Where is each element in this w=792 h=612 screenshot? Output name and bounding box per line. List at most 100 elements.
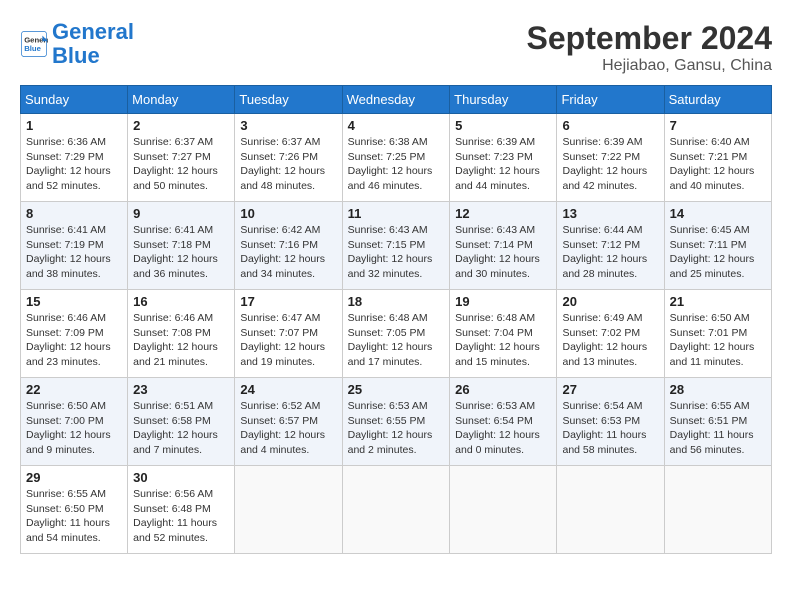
calendar-cell: 25 Sunrise: 6:53 AM Sunset: 6:55 PM Dayl…	[342, 378, 450, 466]
weekday-header: Wednesday	[342, 86, 450, 114]
calendar-cell: 20 Sunrise: 6:49 AM Sunset: 7:02 PM Dayl…	[557, 290, 664, 378]
day-number: 6	[562, 118, 658, 133]
day-number: 28	[670, 382, 766, 397]
day-number: 12	[455, 206, 551, 221]
day-info: Sunrise: 6:41 AM Sunset: 7:18 PM Dayligh…	[133, 223, 229, 282]
day-number: 23	[133, 382, 229, 397]
day-info: Sunrise: 6:37 AM Sunset: 7:27 PM Dayligh…	[133, 135, 229, 194]
location: Hejiabao, Gansu, China	[527, 57, 772, 75]
day-number: 24	[240, 382, 336, 397]
title-block: September 2024 Hejiabao, Gansu, China	[527, 20, 772, 75]
day-info: Sunrise: 6:50 AM Sunset: 7:01 PM Dayligh…	[670, 311, 766, 370]
day-info: Sunrise: 6:39 AM Sunset: 7:22 PM Dayligh…	[562, 135, 658, 194]
calendar-cell	[342, 466, 450, 554]
day-number: 27	[562, 382, 658, 397]
calendar-cell	[450, 466, 557, 554]
day-info: Sunrise: 6:55 AM Sunset: 6:51 PM Dayligh…	[670, 399, 766, 458]
calendar-cell: 18 Sunrise: 6:48 AM Sunset: 7:05 PM Dayl…	[342, 290, 450, 378]
day-info: Sunrise: 6:48 AM Sunset: 7:05 PM Dayligh…	[348, 311, 445, 370]
day-info: Sunrise: 6:53 AM Sunset: 6:54 PM Dayligh…	[455, 399, 551, 458]
day-info: Sunrise: 6:39 AM Sunset: 7:23 PM Dayligh…	[455, 135, 551, 194]
day-info: Sunrise: 6:46 AM Sunset: 7:08 PM Dayligh…	[133, 311, 229, 370]
svg-text:Blue: Blue	[24, 44, 41, 53]
calendar-cell: 1 Sunrise: 6:36 AM Sunset: 7:29 PM Dayli…	[21, 114, 128, 202]
calendar-cell: 22 Sunrise: 6:50 AM Sunset: 7:00 PM Dayl…	[21, 378, 128, 466]
calendar-cell: 13 Sunrise: 6:44 AM Sunset: 7:12 PM Dayl…	[557, 202, 664, 290]
logo-icon: General Blue	[20, 30, 48, 58]
day-info: Sunrise: 6:40 AM Sunset: 7:21 PM Dayligh…	[670, 135, 766, 194]
day-number: 25	[348, 382, 445, 397]
calendar-cell: 16 Sunrise: 6:46 AM Sunset: 7:08 PM Dayl…	[128, 290, 235, 378]
weekday-header: Sunday	[21, 86, 128, 114]
calendar-cell: 12 Sunrise: 6:43 AM Sunset: 7:14 PM Dayl…	[450, 202, 557, 290]
day-number: 18	[348, 294, 445, 309]
calendar-cell: 9 Sunrise: 6:41 AM Sunset: 7:18 PM Dayli…	[128, 202, 235, 290]
day-info: Sunrise: 6:41 AM Sunset: 7:19 PM Dayligh…	[26, 223, 122, 282]
calendar-table: SundayMondayTuesdayWednesdayThursdayFrid…	[20, 85, 772, 554]
calendar-cell: 19 Sunrise: 6:48 AM Sunset: 7:04 PM Dayl…	[450, 290, 557, 378]
week-row: 1 Sunrise: 6:36 AM Sunset: 7:29 PM Dayli…	[21, 114, 772, 202]
weekday-header: Monday	[128, 86, 235, 114]
calendar-cell: 26 Sunrise: 6:53 AM Sunset: 6:54 PM Dayl…	[450, 378, 557, 466]
day-number: 22	[26, 382, 122, 397]
weekday-header: Saturday	[664, 86, 771, 114]
day-info: Sunrise: 6:43 AM Sunset: 7:15 PM Dayligh…	[348, 223, 445, 282]
day-info: Sunrise: 6:43 AM Sunset: 7:14 PM Dayligh…	[455, 223, 551, 282]
week-row: 29 Sunrise: 6:55 AM Sunset: 6:50 PM Dayl…	[21, 466, 772, 554]
day-info: Sunrise: 6:51 AM Sunset: 6:58 PM Dayligh…	[133, 399, 229, 458]
day-info: Sunrise: 6:48 AM Sunset: 7:04 PM Dayligh…	[455, 311, 551, 370]
day-number: 5	[455, 118, 551, 133]
month-title: September 2024	[527, 20, 772, 57]
day-info: Sunrise: 6:50 AM Sunset: 7:00 PM Dayligh…	[26, 399, 122, 458]
calendar-cell: 24 Sunrise: 6:52 AM Sunset: 6:57 PM Dayl…	[235, 378, 342, 466]
day-number: 29	[26, 470, 122, 485]
day-number: 15	[26, 294, 122, 309]
calendar-cell: 6 Sunrise: 6:39 AM Sunset: 7:22 PM Dayli…	[557, 114, 664, 202]
calendar-cell: 4 Sunrise: 6:38 AM Sunset: 7:25 PM Dayli…	[342, 114, 450, 202]
calendar-cell	[664, 466, 771, 554]
day-info: Sunrise: 6:53 AM Sunset: 6:55 PM Dayligh…	[348, 399, 445, 458]
calendar-cell: 21 Sunrise: 6:50 AM Sunset: 7:01 PM Dayl…	[664, 290, 771, 378]
calendar-cell: 2 Sunrise: 6:37 AM Sunset: 7:27 PM Dayli…	[128, 114, 235, 202]
day-info: Sunrise: 6:47 AM Sunset: 7:07 PM Dayligh…	[240, 311, 336, 370]
day-number: 10	[240, 206, 336, 221]
week-row: 8 Sunrise: 6:41 AM Sunset: 7:19 PM Dayli…	[21, 202, 772, 290]
day-info: Sunrise: 6:45 AM Sunset: 7:11 PM Dayligh…	[670, 223, 766, 282]
day-number: 13	[562, 206, 658, 221]
logo-text: GeneralBlue	[52, 20, 134, 68]
day-number: 7	[670, 118, 766, 133]
logo: General Blue GeneralBlue	[20, 20, 134, 68]
day-info: Sunrise: 6:55 AM Sunset: 6:50 PM Dayligh…	[26, 487, 122, 546]
day-number: 26	[455, 382, 551, 397]
day-number: 4	[348, 118, 445, 133]
day-info: Sunrise: 6:37 AM Sunset: 7:26 PM Dayligh…	[240, 135, 336, 194]
day-info: Sunrise: 6:56 AM Sunset: 6:48 PM Dayligh…	[133, 487, 229, 546]
day-info: Sunrise: 6:38 AM Sunset: 7:25 PM Dayligh…	[348, 135, 445, 194]
day-number: 1	[26, 118, 122, 133]
day-number: 14	[670, 206, 766, 221]
calendar-cell: 27 Sunrise: 6:54 AM Sunset: 6:53 PM Dayl…	[557, 378, 664, 466]
calendar-cell: 30 Sunrise: 6:56 AM Sunset: 6:48 PM Dayl…	[128, 466, 235, 554]
weekday-header: Friday	[557, 86, 664, 114]
calendar-cell: 8 Sunrise: 6:41 AM Sunset: 7:19 PM Dayli…	[21, 202, 128, 290]
calendar-cell: 28 Sunrise: 6:55 AM Sunset: 6:51 PM Dayl…	[664, 378, 771, 466]
day-number: 30	[133, 470, 229, 485]
day-number: 2	[133, 118, 229, 133]
calendar-cell: 15 Sunrise: 6:46 AM Sunset: 7:09 PM Dayl…	[21, 290, 128, 378]
day-number: 16	[133, 294, 229, 309]
day-number: 11	[348, 206, 445, 221]
day-info: Sunrise: 6:46 AM Sunset: 7:09 PM Dayligh…	[26, 311, 122, 370]
page-header: General Blue GeneralBlue September 2024 …	[20, 20, 772, 75]
day-info: Sunrise: 6:49 AM Sunset: 7:02 PM Dayligh…	[562, 311, 658, 370]
calendar-cell: 23 Sunrise: 6:51 AM Sunset: 6:58 PM Dayl…	[128, 378, 235, 466]
day-info: Sunrise: 6:36 AM Sunset: 7:29 PM Dayligh…	[26, 135, 122, 194]
day-info: Sunrise: 6:42 AM Sunset: 7:16 PM Dayligh…	[240, 223, 336, 282]
day-info: Sunrise: 6:44 AM Sunset: 7:12 PM Dayligh…	[562, 223, 658, 282]
day-number: 3	[240, 118, 336, 133]
calendar-cell	[235, 466, 342, 554]
calendar-cell: 7 Sunrise: 6:40 AM Sunset: 7:21 PM Dayli…	[664, 114, 771, 202]
week-row: 15 Sunrise: 6:46 AM Sunset: 7:09 PM Dayl…	[21, 290, 772, 378]
weekday-header-row: SundayMondayTuesdayWednesdayThursdayFrid…	[21, 86, 772, 114]
calendar-cell: 5 Sunrise: 6:39 AM Sunset: 7:23 PM Dayli…	[450, 114, 557, 202]
day-number: 21	[670, 294, 766, 309]
